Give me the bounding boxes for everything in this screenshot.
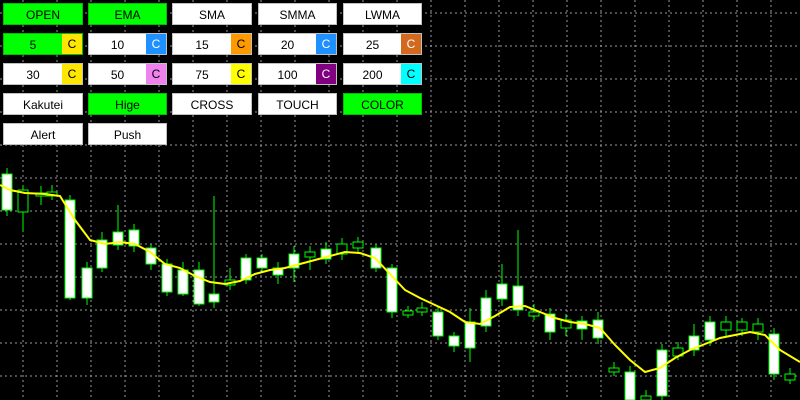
- candle-body: [177, 269, 189, 295]
- candle-body: [624, 371, 636, 400]
- open-button[interactable]: OPEN: [3, 3, 83, 25]
- candle-body: [448, 335, 460, 347]
- color-picker-5-button[interactable]: C: [62, 34, 82, 54]
- cross-button[interactable]: CROSS: [172, 93, 252, 115]
- sma-button[interactable]: SMA: [172, 3, 252, 25]
- candle-body: [784, 373, 796, 381]
- candle-body: [656, 349, 668, 397]
- color-picker-100-button[interactable]: C: [316, 64, 336, 84]
- candle-body: [464, 321, 476, 349]
- candle-body: [528, 311, 540, 317]
- candle-body: [208, 293, 220, 303]
- color-picker-50-button[interactable]: C: [146, 64, 166, 84]
- candle-body: [720, 321, 732, 331]
- hige-button[interactable]: Hige: [88, 93, 167, 115]
- touch-button[interactable]: TOUCH: [258, 93, 337, 115]
- candle-body: [432, 311, 444, 337]
- smma-button[interactable]: SMMA: [258, 3, 337, 25]
- candle-body: [256, 257, 268, 269]
- alert-button[interactable]: Alert: [3, 123, 83, 145]
- color-picker-15-button[interactable]: C: [231, 34, 251, 54]
- candle-body: [1, 173, 13, 211]
- color-picker-10-button[interactable]: C: [146, 34, 166, 54]
- candle-body: [640, 395, 652, 400]
- candle-body: [736, 321, 748, 331]
- color-picker-20-button[interactable]: C: [316, 34, 336, 54]
- color-picker-30-button[interactable]: C: [62, 64, 82, 84]
- color-picker-25-button[interactable]: C: [401, 34, 421, 54]
- candle-body: [386, 267, 398, 313]
- kakutei-button[interactable]: Kakutei: [3, 93, 83, 115]
- lwma-button[interactable]: LWMA: [343, 3, 422, 25]
- candle-body: [193, 269, 205, 305]
- color-picker-75-button[interactable]: C: [231, 64, 251, 84]
- candle-body: [81, 267, 93, 299]
- candle-body: [161, 263, 173, 293]
- color-button[interactable]: COLOR: [343, 93, 422, 115]
- candle-body: [704, 321, 716, 341]
- candle-body: [752, 323, 764, 333]
- ema-button[interactable]: EMA: [88, 3, 167, 25]
- color-picker-200-button[interactable]: C: [401, 64, 421, 84]
- candle-body: [608, 367, 620, 373]
- push-button[interactable]: Push: [88, 123, 167, 145]
- candle-body: [304, 251, 316, 258]
- candle-body: [402, 310, 414, 316]
- candle-body: [496, 283, 508, 300]
- candle-body: [64, 199, 76, 299]
- control-panel: OPEN EMA SMA SMMA LWMA 5 C 10 C 15 C 20 …: [0, 0, 430, 150]
- moving-average-line: [0, 184, 800, 374]
- candle-body: [416, 307, 428, 313]
- candle-body: [352, 241, 364, 249]
